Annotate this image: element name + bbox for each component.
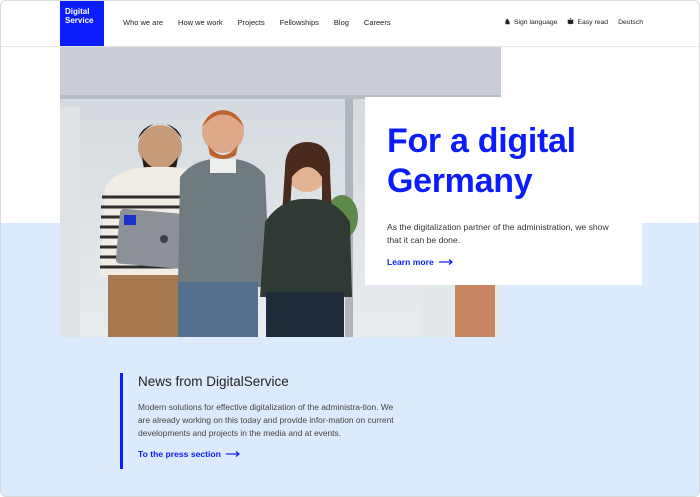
nav-careers[interactable]: Careers xyxy=(364,18,391,27)
easy-read-link[interactable]: Easy read xyxy=(567,18,608,27)
logo-line1: Digital xyxy=(65,7,90,16)
sign-language-label: Sign language xyxy=(513,19,558,26)
press-section-link[interactable]: To the press section xyxy=(138,449,400,459)
hero-title: For a digital Germany xyxy=(387,121,620,201)
easy-read-label: Easy read xyxy=(577,19,609,26)
language-switch[interactable]: Deutsch xyxy=(618,19,643,26)
news-section: News from DigitalService Modern solution… xyxy=(120,373,400,469)
sign-language-link[interactable]: Sign language xyxy=(504,18,557,27)
hero-description: As the digitalization partner of the adm… xyxy=(387,222,609,245)
nav-blog[interactable]: Blog xyxy=(334,18,349,27)
nav-how-we-work[interactable]: How we work xyxy=(178,18,223,27)
page-frame: Digital Service Who we are How we work P… xyxy=(0,0,700,497)
book-icon xyxy=(567,18,574,27)
arrow-right-icon xyxy=(225,449,240,459)
press-section-label: To the press section xyxy=(138,449,221,459)
language-label: Deutsch xyxy=(618,19,643,26)
main-nav: Who we are How we work Projects Fellowsh… xyxy=(123,18,391,27)
nav-fellowships[interactable]: Fellowships xyxy=(280,18,319,27)
learn-more-link[interactable]: Learn more xyxy=(387,257,620,267)
hand-icon xyxy=(504,18,511,27)
utility-nav: Sign language Easy read Deutsch xyxy=(504,18,643,27)
hero-title-line2: Germany xyxy=(387,162,533,200)
digitalservice-logo[interactable]: Digital Service xyxy=(60,1,104,46)
nav-who-we-are[interactable]: Who we are xyxy=(123,18,163,27)
site-header: Digital Service Who we are How we work P… xyxy=(1,1,699,47)
nav-projects[interactable]: Projects xyxy=(238,18,265,27)
learn-more-label: Learn more xyxy=(387,257,434,267)
hero-title-line1: For a digital xyxy=(387,122,576,160)
news-title: News from DigitalService xyxy=(138,374,289,389)
hero-card: For a digital Germany As the digitalizat… xyxy=(365,97,642,285)
logo-line2: Service xyxy=(65,16,94,25)
news-description: Modern solutions for effective digitaliz… xyxy=(138,402,394,438)
arrow-right-icon xyxy=(438,257,453,267)
